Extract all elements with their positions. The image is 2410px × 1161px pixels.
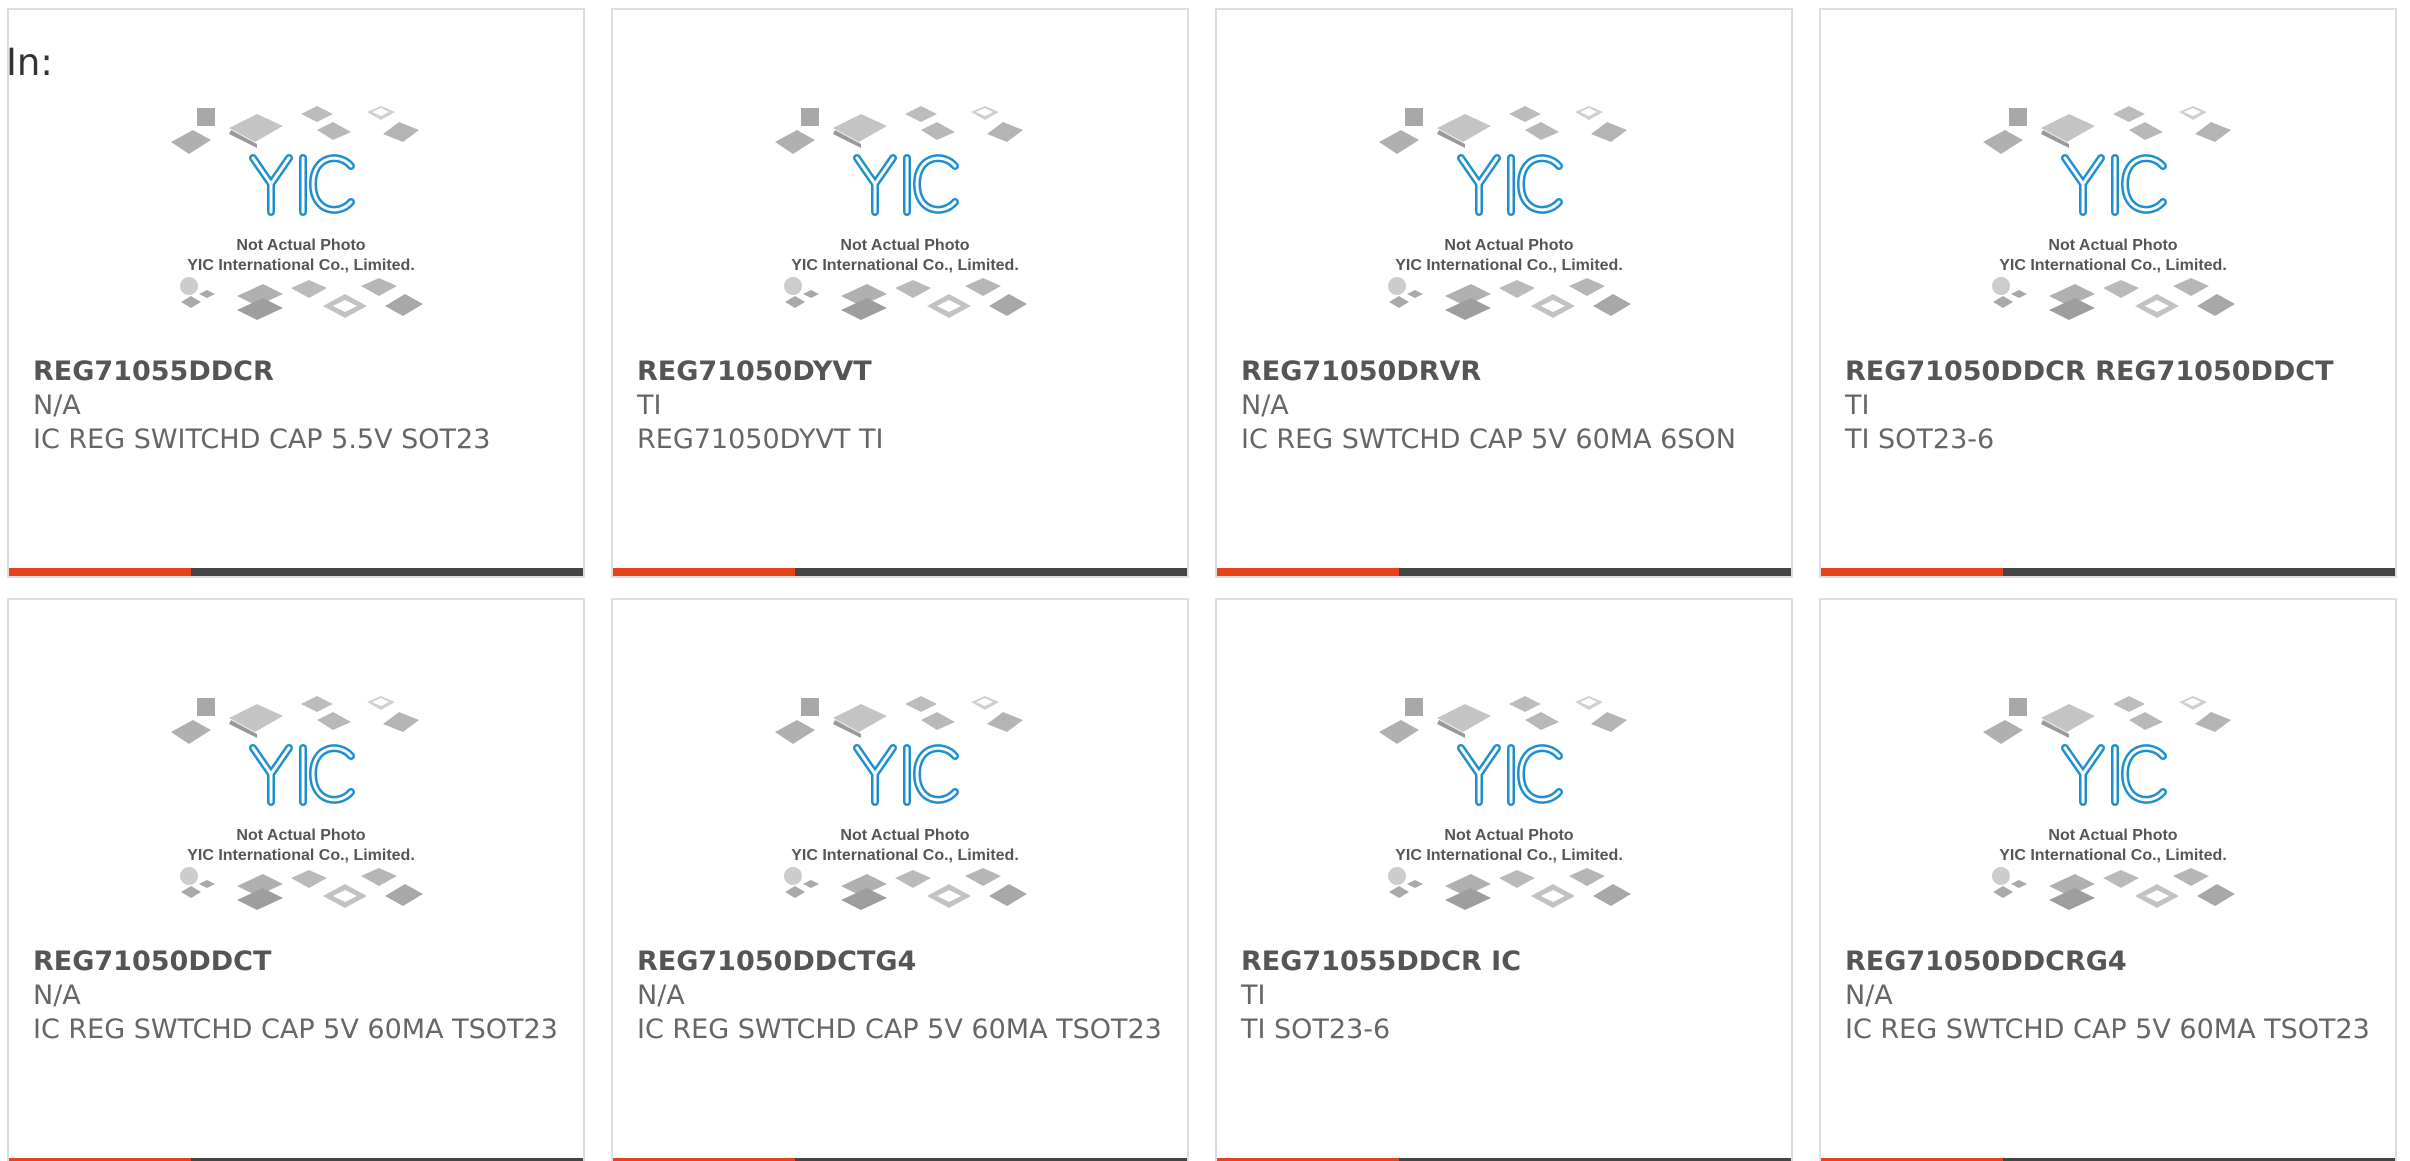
- svg-text:YIC International Co., Limited: YIC International Co., Limited.: [187, 257, 415, 274]
- part-number: REG71055DDCR IC: [1241, 946, 1522, 977]
- not-actual-photo-image: Not Actual Photo YIC International Co., …: [1979, 690, 2247, 940]
- manufacturer: N/A: [33, 980, 81, 1011]
- product-description: IC REG SWITCHD CAP 5.5V SOT23: [33, 424, 491, 455]
- svg-text:Not Actual Photo: Not Actual Photo: [2048, 827, 2177, 844]
- accent-bar: [613, 568, 795, 576]
- card-footer-bar: [1821, 568, 2395, 576]
- product-grid-page: In: Not Actual Photo YIC International C…: [0, 0, 2410, 1161]
- not-actual-photo-image: Not Actual Photo YIC International Co., …: [771, 100, 1039, 350]
- manufacturer: TI: [1845, 390, 1870, 421]
- product-description: TI SOT23-6: [1241, 1014, 1391, 1045]
- svg-text:Not Actual Photo: Not Actual Photo: [2048, 237, 2177, 254]
- product-card[interactable]: Not Actual Photo YIC International Co., …: [1215, 598, 1793, 1161]
- product-card[interactable]: Not Actual Photo YIC International Co., …: [611, 8, 1189, 578]
- part-number: REG71055DDCR: [33, 356, 274, 387]
- not-actual-photo-image: Not Actual Photo YIC International Co., …: [1375, 690, 1643, 940]
- part-number: REG71050DYVT: [637, 356, 872, 387]
- svg-text:Not Actual Photo: Not Actual Photo: [236, 827, 365, 844]
- svg-text:YIC International Co., Limited: YIC International Co., Limited.: [1395, 257, 1623, 274]
- svg-text:YIC International Co., Limited: YIC International Co., Limited.: [1999, 847, 2227, 864]
- product-card[interactable]: Not Actual Photo YIC International Co., …: [7, 8, 585, 578]
- product-description: IC REG SWTCHD CAP 5V 60MA TSOT23: [1845, 1014, 2370, 1045]
- manufacturer: TI: [637, 390, 662, 421]
- product-card[interactable]: Not Actual Photo YIC International Co., …: [7, 598, 585, 1161]
- card-footer-bar: [9, 568, 583, 576]
- product-description: IC REG SWTCHD CAP 5V 60MA 6SON: [1241, 424, 1736, 455]
- svg-text:YIC International Co., Limited: YIC International Co., Limited.: [791, 257, 1019, 274]
- not-actual-photo-image: Not Actual Photo YIC International Co., …: [1979, 100, 2247, 350]
- card-footer-bar: [613, 568, 1187, 576]
- not-actual-photo-image: Not Actual Photo YIC International Co., …: [771, 690, 1039, 940]
- svg-text:Not Actual Photo: Not Actual Photo: [840, 237, 969, 254]
- part-number: REG71050DDCT: [33, 946, 272, 977]
- part-number: REG71050DDCRG4: [1845, 946, 2127, 977]
- svg-text:Not Actual Photo: Not Actual Photo: [1444, 237, 1573, 254]
- product-description: IC REG SWTCHD CAP 5V 60MA TSOT23: [33, 1014, 558, 1045]
- svg-text:Not Actual Photo: Not Actual Photo: [1444, 827, 1573, 844]
- manufacturer: N/A: [33, 390, 81, 421]
- manufacturer: N/A: [1241, 390, 1289, 421]
- not-actual-photo-image: Not Actual Photo YIC International Co., …: [167, 100, 435, 350]
- part-number: REG71050DDCTG4: [637, 946, 917, 977]
- accent-bar: [1217, 568, 1399, 576]
- part-number: REG71050DDCR REG71050DDCT: [1845, 356, 2334, 387]
- svg-text:YIC International Co., Limited: YIC International Co., Limited.: [1395, 847, 1623, 864]
- not-actual-photo-image: Not Actual Photo YIC International Co., …: [1375, 100, 1643, 350]
- svg-text:Not Actual Photo: Not Actual Photo: [236, 237, 365, 254]
- product-card[interactable]: Not Actual Photo YIC International Co., …: [611, 598, 1189, 1161]
- product-description: TI SOT23-6: [1845, 424, 1995, 455]
- not-actual-photo-image: Not Actual Photo YIC International Co., …: [167, 690, 435, 940]
- svg-text:Not Actual Photo: Not Actual Photo: [840, 827, 969, 844]
- manufacturer: TI: [1241, 980, 1266, 1011]
- svg-text:YIC International Co., Limited: YIC International Co., Limited.: [187, 847, 415, 864]
- product-description: IC REG SWTCHD CAP 5V 60MA TSOT23: [637, 1014, 1162, 1045]
- svg-text:YIC International Co., Limited: YIC International Co., Limited.: [1999, 257, 2227, 274]
- product-card[interactable]: Not Actual Photo YIC International Co., …: [1819, 598, 2397, 1161]
- manufacturer: N/A: [1845, 980, 1893, 1011]
- manufacturer: N/A: [637, 980, 685, 1011]
- accent-bar: [1821, 568, 2003, 576]
- accent-bar: [9, 568, 191, 576]
- svg-text:YIC International Co., Limited: YIC International Co., Limited.: [791, 847, 1019, 864]
- product-card[interactable]: Not Actual Photo YIC International Co., …: [1215, 8, 1793, 578]
- card-footer-bar: [1217, 568, 1791, 576]
- product-card[interactable]: Not Actual Photo YIC International Co., …: [1819, 8, 2397, 578]
- part-number: REG71050DRVR: [1241, 356, 1482, 387]
- product-description: REG71050DYVT TI: [637, 424, 884, 455]
- section-prefix-label: In:: [6, 41, 53, 84]
